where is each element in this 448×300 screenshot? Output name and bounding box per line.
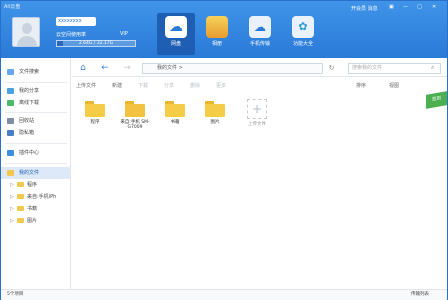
refresh-icon[interactable]: ↻ (326, 63, 337, 74)
header-bar: Ali云盘 xxxxxxxx 云空间使用率 VIP 2.64G / 32.17G… (1, 1, 447, 58)
sidebar-item-search[interactable]: 文件搜索 (1, 66, 70, 78)
quota-label: 云空间使用率 (56, 32, 87, 38)
sidebar-item-offline[interactable]: 离线下载 (1, 97, 70, 109)
folder-icon (17, 194, 24, 199)
sidebar-item-trash[interactable]: 回收站 (1, 115, 70, 127)
sort-button[interactable]: 排序 (356, 82, 366, 89)
upload-tile[interactable]: + 上传文件 (239, 99, 275, 127)
search-input[interactable]: 搜索我的文件 (348, 63, 441, 74)
new-button[interactable]: 新建 (112, 82, 122, 89)
divider (5, 143, 67, 144)
status-bar: 5个项目 传输列表 (1, 289, 447, 300)
sidebar-item-private[interactable]: 隐私箱 (1, 127, 70, 139)
file-item[interactable]: 来自:手机 SM-G7009 (117, 101, 153, 130)
apps-icon: ✿ (292, 16, 314, 38)
folder-icon (17, 206, 24, 211)
lock-icon (7, 130, 14, 136)
skin-icon[interactable]: ▣ (389, 4, 394, 10)
search-icon[interactable]: ⌕ (431, 64, 434, 72)
more-button[interactable]: 更多 (216, 82, 226, 89)
app-window: Ali云盘 xxxxxxxx 云空间使用率 VIP 2.64G / 32.17G… (0, 0, 448, 300)
quota-text: 2.64G / 32.17G (78, 41, 114, 46)
folder-icon (125, 101, 145, 117)
sidebar: 文件搜索 我的分享 离线下载 回收站 隐私箱 插件中心 我的文件 ▷ 程序 ▷ 来自… (1, 58, 71, 289)
download-button[interactable]: 下载 (138, 82, 148, 89)
expand-icon[interactable]: ▷ (10, 204, 14, 214)
tab-apps[interactable]: ✿ 功能大全 (284, 13, 322, 55)
back-icon[interactable]: ← (98, 61, 112, 75)
item-count: 5个项目 (7, 292, 24, 297)
username[interactable]: xxxxxxxx (56, 17, 96, 26)
tab-album[interactable]: 相册 (198, 13, 236, 55)
path-bar[interactable]: 我的文件 > (142, 63, 323, 74)
file-item[interactable]: 程序 (77, 101, 113, 125)
file-item[interactable]: 书籍 (157, 101, 193, 125)
tree-item[interactable]: ▷ 来自:手机iPh (1, 192, 70, 202)
folder-icon (85, 101, 105, 117)
photo-icon (206, 16, 228, 38)
tree-item[interactable]: ▷ 书籍 (1, 204, 70, 214)
tree-item[interactable]: ▷ 图片 (1, 216, 70, 226)
plus-icon: + (247, 99, 267, 119)
home-icon[interactable]: ⌂ (76, 61, 90, 75)
avatar[interactable] (12, 17, 40, 47)
app-name: Ali云盘 (4, 4, 21, 10)
share-icon (7, 88, 14, 94)
checkin-badge[interactable]: 签到 (426, 91, 447, 109)
divider (5, 163, 67, 164)
expand-icon[interactable]: ▷ (10, 180, 14, 190)
folder-icon (17, 218, 24, 223)
maximize-icon[interactable]: □ (417, 4, 422, 10)
view-button[interactable]: 视图 (389, 82, 399, 89)
close-icon[interactable]: ✕ (432, 4, 436, 10)
tab-cloud-disk[interactable]: ☁ 网盘 (157, 13, 195, 55)
divider (5, 112, 67, 113)
folder-icon (17, 182, 24, 187)
trash-icon (7, 118, 14, 124)
plugin-icon (7, 150, 14, 156)
folder-icon (165, 101, 185, 117)
folder-icon (205, 101, 225, 117)
divider (5, 82, 67, 83)
share-button[interactable]: 分享 (164, 82, 174, 89)
expand-icon[interactable]: ▷ (10, 192, 14, 202)
vip-badge[interactable]: VIP (120, 31, 128, 37)
forward-icon[interactable]: → (120, 61, 134, 75)
tab-phone-transfer[interactable]: ☁ 手机传输 (241, 13, 279, 55)
sidebar-item-share[interactable]: 我的分享 (1, 85, 70, 97)
minimize-icon[interactable]: — (403, 4, 408, 10)
tree-item[interactable]: ▷ 程序 (1, 180, 70, 190)
phone-transfer-icon: ☁ (249, 16, 271, 38)
account-links[interactable]: 开会员 消息 (351, 5, 378, 12)
upload-button[interactable]: 上传文件 (76, 82, 96, 89)
expand-icon[interactable]: ▷ (10, 216, 14, 226)
cloud-icon: ☁ (165, 16, 187, 38)
sidebar-item-plugins[interactable]: 插件中心 (1, 147, 70, 159)
quota-bar: 2.64G / 32.17G (56, 40, 136, 47)
download-icon (7, 100, 14, 106)
folder-icon (7, 170, 14, 176)
file-item[interactable]: 图片 (197, 101, 233, 125)
sidebar-item-my-files[interactable]: 我的文件 (1, 167, 70, 179)
search-icon (7, 69, 14, 75)
delete-button[interactable]: 删除 (190, 82, 200, 89)
transfer-list-button[interactable]: 传输列表 (411, 290, 429, 300)
